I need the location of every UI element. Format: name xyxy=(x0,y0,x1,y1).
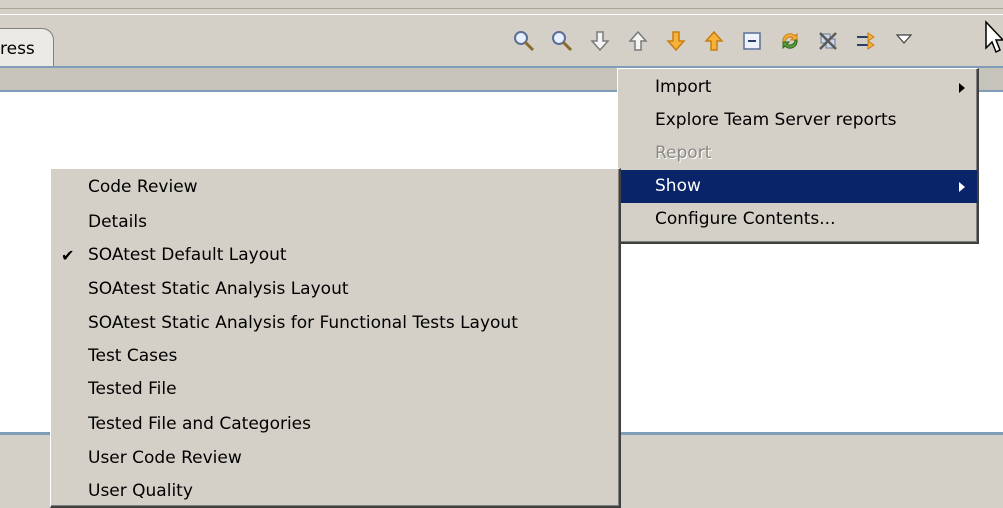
submenu-item-label: Details xyxy=(88,212,147,232)
menu-item-label: Explore Team Server reports xyxy=(655,110,897,130)
submenu-arrow-icon xyxy=(959,182,965,192)
show-submenu: Code Review Details ✔ SOAtest Default La… xyxy=(50,168,621,508)
menu-item-configure-contents[interactable]: Configure Contents... xyxy=(618,203,977,236)
submenu-item-label: Tested File and Categories xyxy=(88,414,312,434)
submenu-item-label: SOAtest Static Analysis Layout xyxy=(88,279,349,299)
submenu-item-tested-file-and-categories[interactable]: Tested File and Categories xyxy=(51,408,619,441)
next-arrow-icon[interactable] xyxy=(660,25,692,57)
menu-item-show[interactable]: Show xyxy=(618,170,977,203)
submenu-item-label: Tested File xyxy=(88,379,177,399)
submenu-item-user-code-review[interactable]: User Code Review xyxy=(51,442,619,475)
submenu-item-details[interactable]: Details xyxy=(51,206,619,239)
menu-item-label: Report xyxy=(655,143,712,163)
submenu-arrow-icon xyxy=(959,83,965,93)
submenu-item-test-cases[interactable]: Test Cases xyxy=(51,340,619,373)
menu-item-label: Configure Contents... xyxy=(655,209,836,229)
submenu-item-user-quality[interactable]: User Quality xyxy=(51,475,619,508)
submenu-item-soatest-default-layout[interactable]: ✔ SOAtest Default Layout xyxy=(51,239,619,272)
view-menu-icon[interactable] xyxy=(888,25,920,57)
remove-all-icon[interactable] xyxy=(812,25,844,57)
link-icon[interactable] xyxy=(850,25,882,57)
menu-item-label: Show xyxy=(655,176,701,196)
submenu-item-label: SOAtest Static Analysis for Functional T… xyxy=(88,313,518,333)
menu-item-import[interactable]: Import xyxy=(618,71,977,104)
submenu-item-label: SOAtest Default Layout xyxy=(88,245,287,265)
submenu-item-tested-file[interactable]: Tested File xyxy=(51,373,619,406)
submenu-item-code-review[interactable]: Code Review xyxy=(51,171,619,204)
menu-item-report: Report xyxy=(618,137,977,170)
checkmark-icon: ✔ xyxy=(61,246,75,265)
view-dropdown-menu: Import Explore Team Server reports Repor… xyxy=(617,68,979,244)
sync-icon[interactable] xyxy=(774,25,806,57)
submenu-item-label: User Code Review xyxy=(88,448,242,468)
zoom-in-icon[interactable] xyxy=(508,25,540,57)
submenu-item-label: Test Cases xyxy=(88,346,178,366)
menu-item-label: Import xyxy=(655,77,712,97)
submenu-item-soatest-static-analysis-functional-tests-layout[interactable]: SOAtest Static Analysis for Functional T… xyxy=(51,307,619,340)
prev-arrow-icon[interactable] xyxy=(698,25,730,57)
menu-item-explore-team-server-reports[interactable]: Explore Team Server reports xyxy=(618,104,977,137)
header-divider-highlight xyxy=(0,14,1003,15)
zoom-out-icon[interactable] xyxy=(546,25,578,57)
collapse-all-icon[interactable] xyxy=(736,25,768,57)
submenu-item-soatest-static-analysis-layout[interactable]: SOAtest Static Analysis Layout xyxy=(51,273,619,306)
submenu-item-label: Code Review xyxy=(88,177,198,197)
next-outline-icon[interactable] xyxy=(584,25,616,57)
view-tab-label: ress xyxy=(0,39,35,59)
header-divider xyxy=(0,8,1003,9)
submenu-item-label: User Quality xyxy=(88,481,193,501)
mouse-cursor-icon xyxy=(984,20,1003,59)
prev-outline-icon[interactable] xyxy=(622,25,654,57)
view-toolbar xyxy=(508,24,920,58)
